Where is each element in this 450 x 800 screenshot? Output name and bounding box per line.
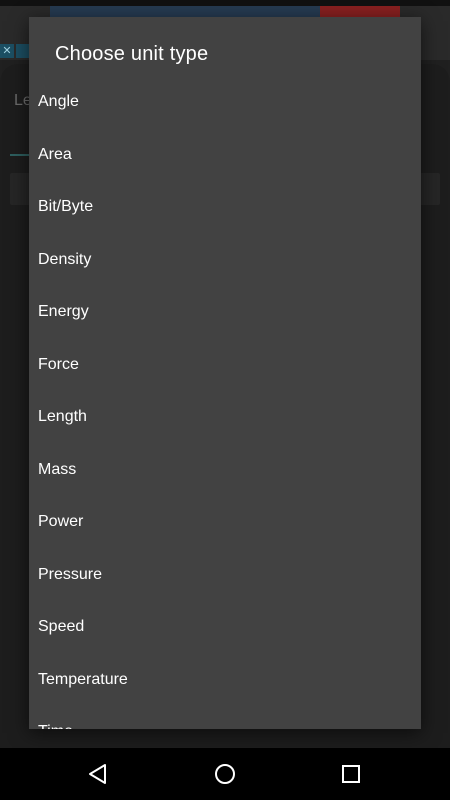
unit-item-power[interactable]: Power	[29, 496, 421, 549]
unit-item-temperature[interactable]: Temperature	[29, 654, 421, 707]
unit-item-angle[interactable]: Angle	[29, 76, 421, 129]
recents-square-icon	[342, 765, 360, 783]
back-button[interactable]	[68, 748, 128, 800]
ad-info-icon[interactable]	[16, 44, 30, 58]
choose-unit-type-dialog: Choose unit type Angle Area Bit/Byte Den…	[29, 17, 421, 729]
unit-item-energy[interactable]: Energy	[29, 286, 421, 339]
unit-item-force[interactable]: Force	[29, 339, 421, 392]
recents-button[interactable]	[321, 748, 381, 800]
unit-item-density[interactable]: Density	[29, 234, 421, 287]
dialog-title: Choose unit type	[55, 43, 209, 65]
unit-item-pressure[interactable]: Pressure	[29, 549, 421, 602]
back-triangle-icon	[89, 764, 106, 784]
navigation-bar	[0, 748, 450, 800]
unit-item-length[interactable]: Length	[29, 391, 421, 444]
unit-item-bit-byte[interactable]: Bit/Byte	[29, 181, 421, 234]
unit-item-mass[interactable]: Mass	[29, 444, 421, 497]
unit-item-time[interactable]: Time	[29, 706, 421, 729]
home-circle-icon	[215, 764, 235, 784]
unit-item-speed[interactable]: Speed	[29, 601, 421, 654]
unit-type-list: Angle Area Bit/Byte Density Energy Force…	[29, 76, 421, 729]
home-button[interactable]	[195, 748, 255, 800]
unit-item-area[interactable]: Area	[29, 129, 421, 182]
ad-close-icon[interactable]: ✕	[0, 44, 14, 58]
background-tab-indicator	[10, 154, 30, 156]
